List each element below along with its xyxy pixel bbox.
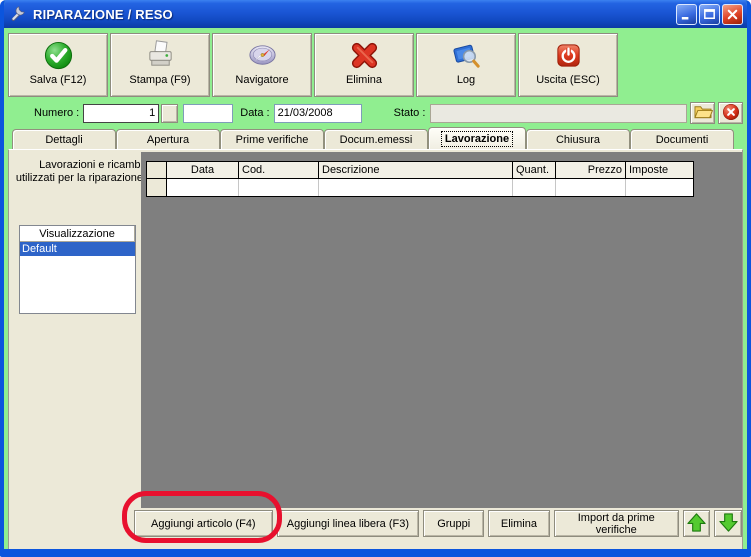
app-window: RIPARAZIONE / RESO Salva (F12) Stampa (F… [0, 0, 751, 557]
main-toolbar: Salva (F12) Stampa (F9) Navigatore Elimi… [8, 33, 743, 97]
wrench-icon [10, 4, 27, 24]
grid-header-row: Data Cod. Descrizione Quant. Prezzo Impo… [147, 162, 693, 179]
save-button[interactable]: Salva (F12) [8, 33, 108, 97]
green-down-arrow-icon [718, 512, 739, 536]
grid-header-quant: Quant. [513, 162, 556, 179]
grid-cell-selector [147, 179, 167, 196]
log-button[interactable]: Log [416, 33, 516, 97]
grid-header-cod: Cod. [239, 162, 319, 179]
print-button-label: Stampa (F9) [129, 74, 191, 86]
visualizzazione-header: Visualizzazione [20, 226, 135, 242]
red-x-circle-icon [722, 103, 740, 124]
printer-icon [145, 38, 176, 72]
window-title: RIPARAZIONE / RESO [33, 6, 173, 22]
log-button-label: Log [456, 74, 476, 86]
tab-bar: Dettagli Apertura Prime verifiche Docum.… [8, 127, 743, 149]
grid-empty-row[interactable] [147, 179, 693, 196]
visualizzazione-listbox[interactable]: Visualizzazione Default [19, 225, 136, 314]
grid-cell [239, 179, 319, 196]
stato-browse-button[interactable] [690, 102, 715, 124]
data-label: Data : [240, 107, 270, 119]
numero-input[interactable] [83, 103, 160, 123]
grid-header-selector [147, 162, 167, 179]
green-up-arrow-icon [686, 512, 707, 536]
stato-label: Stato : [393, 107, 426, 119]
numero-lookup-button[interactable] [161, 103, 179, 123]
exit-button[interactable]: Uscita (ESC) [518, 33, 618, 97]
grid-header-imposte: Imposte [626, 162, 693, 179]
move-up-button[interactable] [682, 510, 711, 537]
work-area: Data Cod. Descrizione Quant. Prezzo Impo… [141, 152, 742, 508]
stato-input [430, 103, 687, 123]
delete-button-label: Elimina [345, 74, 383, 86]
move-down-button[interactable] [714, 510, 742, 537]
save-button-label: Salva (F12) [29, 74, 87, 86]
compass-icon [247, 38, 278, 72]
tab-lavorazione[interactable]: Lavorazione [428, 127, 526, 149]
navigator-button-label: Navigatore [235, 74, 289, 86]
tab-documenti[interactable]: Documenti [630, 129, 734, 149]
power-icon [553, 38, 584, 72]
delete-button[interactable]: Elimina [314, 33, 414, 97]
grid-cell [513, 179, 556, 196]
numero-label: Numero : [34, 107, 80, 119]
window-controls [676, 3, 743, 25]
delete-x-icon [349, 38, 380, 72]
secondary-input[interactable] [183, 103, 234, 123]
add-free-line-button[interactable]: Aggiungi linea libera (F3) [276, 510, 420, 537]
grid-header-data: Data [167, 162, 239, 179]
header-form-row: Numero : Data : Stato : [4, 100, 747, 126]
folder-icon [693, 103, 713, 123]
save-check-icon [43, 38, 74, 72]
list-item-default[interactable]: Default [20, 242, 135, 256]
groups-button[interactable]: Gruppi [423, 510, 485, 537]
tab-docum-emessi[interactable]: Docum.emessi [324, 129, 428, 149]
tab-apertura[interactable]: Apertura [116, 129, 220, 149]
stato-clear-button[interactable] [718, 102, 743, 124]
maximize-button[interactable] [699, 3, 720, 25]
tab-chiusura[interactable]: Chiusura [526, 129, 630, 149]
lavorazione-panel: Lavorazioni e ricambi utilizzati per la … [8, 149, 743, 549]
minimize-button[interactable] [676, 3, 697, 25]
tab-dettagli[interactable]: Dettagli [12, 129, 116, 149]
print-button[interactable]: Stampa (F9) [110, 33, 210, 97]
grid-cell [626, 179, 693, 196]
title-bar: RIPARAZIONE / RESO [4, 0, 747, 28]
side-label: Lavorazioni e ricambi utilizzati per la … [15, 159, 143, 197]
log-book-icon [451, 38, 482, 72]
action-button-row: Aggiungi articolo (F4) Aggiungi linea li… [9, 510, 742, 537]
grid-cell [556, 179, 626, 196]
close-button[interactable] [722, 3, 743, 25]
grid-cell [167, 179, 239, 196]
grid-header-prezzo: Prezzo [556, 162, 626, 179]
tab-prime-verifiche[interactable]: Prime verifiche [220, 129, 324, 149]
delete-row-button[interactable]: Elimina [488, 510, 550, 537]
navigator-button[interactable]: Navigatore [212, 33, 312, 97]
exit-button-label: Uscita (ESC) [536, 74, 600, 86]
items-grid[interactable]: Data Cod. Descrizione Quant. Prezzo Impo… [146, 161, 694, 197]
grid-cell [319, 179, 513, 196]
grid-header-descrizione: Descrizione [319, 162, 513, 179]
import-verifiche-button[interactable]: Import da prime verifiche [553, 510, 679, 537]
add-article-button[interactable]: Aggiungi articolo (F4) [134, 510, 273, 537]
data-input[interactable] [273, 103, 362, 123]
